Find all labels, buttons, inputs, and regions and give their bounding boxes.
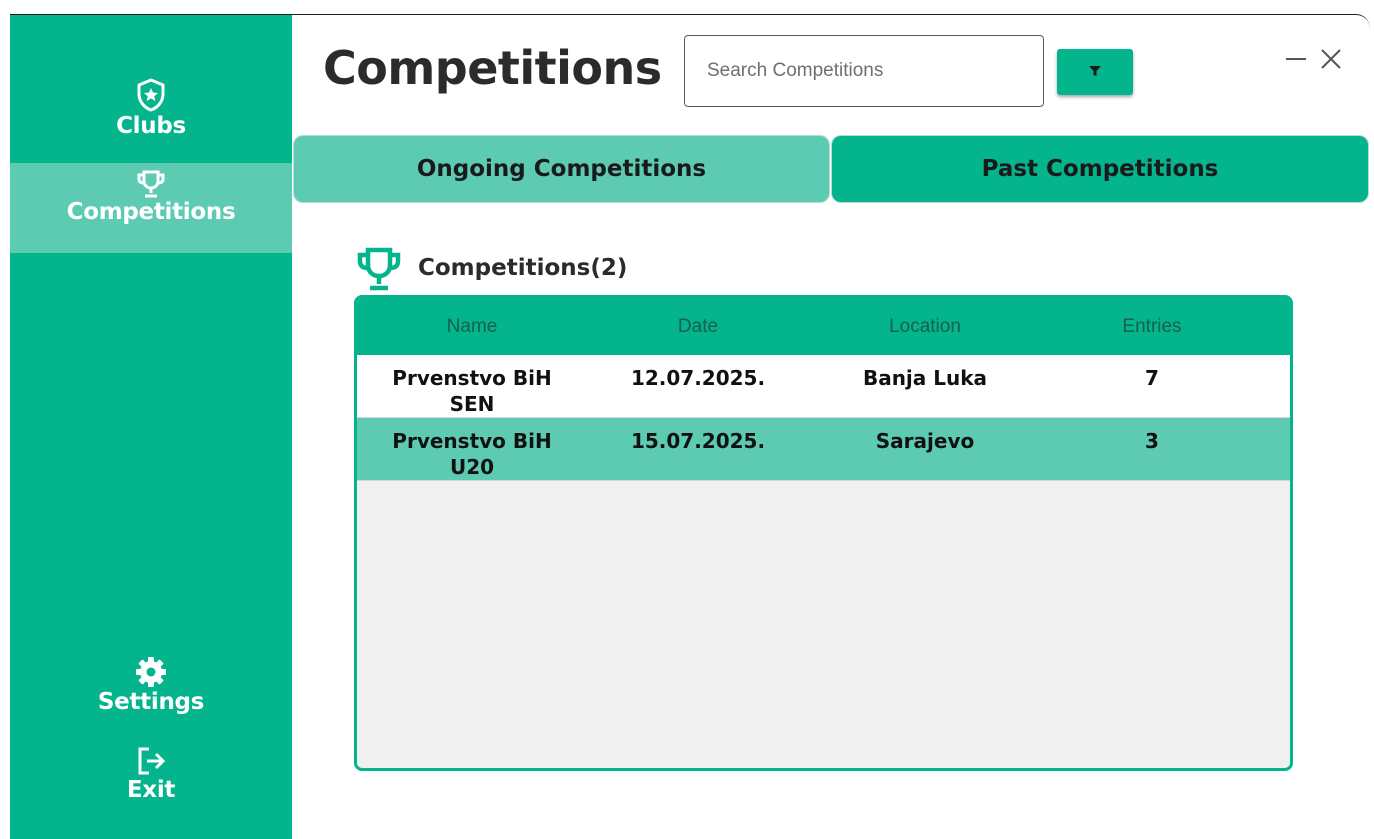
cell-name: Prvenstvo BiH U20 bbox=[392, 429, 552, 479]
gear-icon bbox=[134, 655, 168, 689]
page-title: Competitions bbox=[323, 41, 662, 95]
filter-icon bbox=[1088, 64, 1102, 81]
exit-icon bbox=[135, 745, 167, 777]
sidebar-item-exit[interactable]: Exit bbox=[10, 745, 292, 825]
sidebar: Clubs Competitions Settings Exit bbox=[10, 15, 292, 839]
cell-date: 15.07.2025. bbox=[630, 429, 766, 453]
sidebar-item-competitions[interactable]: Competitions bbox=[10, 163, 292, 253]
column-header-entries[interactable]: Entries bbox=[1041, 316, 1263, 338]
trophy-icon bbox=[136, 169, 166, 199]
minimize-button[interactable] bbox=[1282, 47, 1310, 75]
app-window: Clubs Competitions Settings Exit Competi… bbox=[10, 14, 1370, 839]
sidebar-item-label: Competitions bbox=[66, 199, 236, 225]
cell-location: Sarajevo bbox=[875, 429, 975, 453]
competitions-table: Name Date Location Entries Prvenstvo BiH… bbox=[354, 295, 1293, 771]
table-header: Name Date Location Entries bbox=[357, 298, 1290, 355]
sidebar-item-label: Settings bbox=[97, 689, 205, 715]
tab-ongoing-competitions[interactable]: Ongoing Competitions bbox=[293, 135, 830, 203]
close-button[interactable] bbox=[1317, 47, 1345, 75]
tab-past-competitions[interactable]: Past Competitions bbox=[831, 135, 1369, 203]
cell-entries: 3 bbox=[1145, 429, 1159, 453]
column-header-date[interactable]: Date bbox=[587, 316, 809, 338]
sidebar-item-label: Clubs bbox=[116, 113, 186, 139]
table-row[interactable]: Prvenstvo BiH U20 15.07.2025. Sarajevo 3 bbox=[357, 418, 1290, 481]
minimize-icon bbox=[1284, 47, 1308, 76]
column-header-name[interactable]: Name bbox=[357, 316, 587, 338]
shield-star-icon bbox=[135, 77, 167, 113]
column-header-location[interactable]: Location bbox=[809, 316, 1041, 338]
table-row[interactable]: Prvenstvo BiH SEN 12.07.2025. Banja Luka… bbox=[357, 355, 1290, 418]
cell-name: Prvenstvo BiH SEN bbox=[392, 366, 552, 416]
section-title: Competitions(2) bbox=[418, 255, 628, 281]
sidebar-item-clubs[interactable]: Clubs bbox=[10, 77, 292, 163]
trophy-icon bbox=[356, 247, 402, 296]
filter-button[interactable] bbox=[1057, 49, 1133, 95]
cell-location: Banja Luka bbox=[862, 366, 988, 390]
cell-date: 12.07.2025. bbox=[630, 366, 766, 390]
close-icon bbox=[1319, 47, 1343, 76]
sidebar-item-label: Exit bbox=[126, 777, 176, 803]
sidebar-item-settings[interactable]: Settings bbox=[10, 655, 292, 735]
cell-entries: 7 bbox=[1145, 366, 1159, 390]
search-input[interactable] bbox=[684, 35, 1044, 107]
